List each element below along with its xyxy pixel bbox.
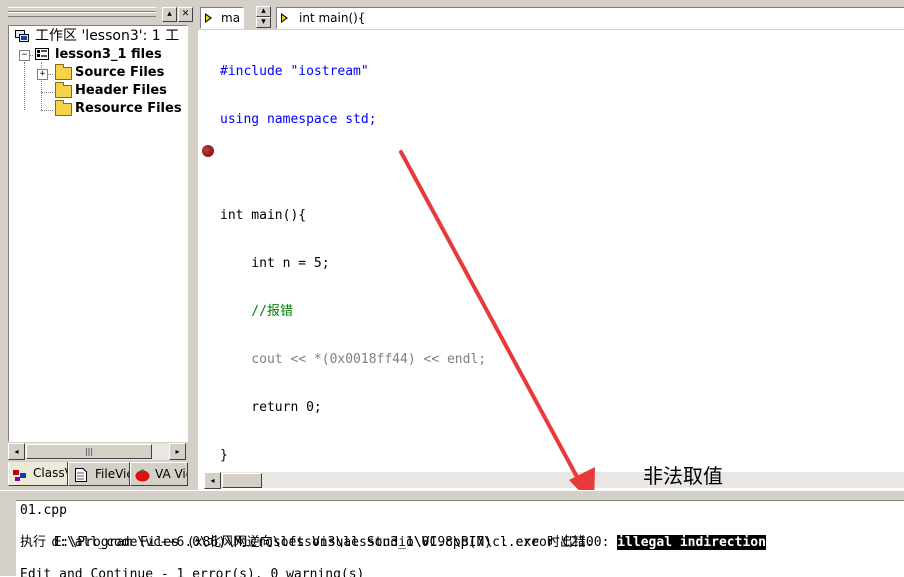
output-gutter bbox=[0, 500, 16, 576]
annotation-label: 非法取值 bbox=[643, 464, 723, 488]
output-line: 01.cpp bbox=[20, 503, 67, 518]
output-error-highlight: illegal indirection bbox=[617, 535, 766, 550]
output-line: 执行 E:\Program Files (x86)\Microsoft Visu… bbox=[20, 535, 594, 550]
output-panel[interactable]: 01.cpp d:\all_code\vc++6.0\北风网逆向\lesson3… bbox=[0, 500, 904, 577]
